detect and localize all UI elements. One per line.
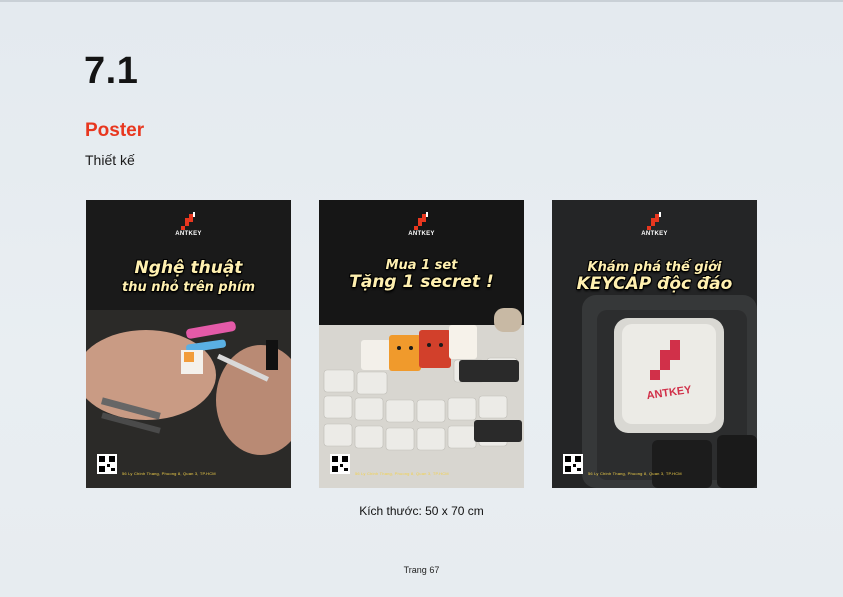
- section-number: 7.1: [84, 50, 139, 92]
- section-title: Poster: [85, 120, 145, 141]
- brand-name: ANTKEY: [175, 231, 202, 237]
- headline-line-2: KEYCAP độc đáo: [576, 274, 733, 294]
- poster-1-photo: [86, 200, 291, 488]
- section-subtitle: Thiết kế: [85, 152, 135, 168]
- top-border: [0, 0, 843, 2]
- poster-size-caption: Kích thước: 50 x 70 cm: [359, 504, 484, 518]
- poster-3: ANTKEY ANTKEY Khám phá thế giới KEYCAP đ…: [552, 200, 757, 488]
- headline-line-2: thu nhỏ trên phím: [121, 280, 255, 295]
- poster-2-photo: [319, 200, 524, 488]
- qr-code: [330, 454, 350, 474]
- brand-name: ANTKEY: [408, 231, 435, 237]
- headline-line-1: Khám phá thế giới: [587, 260, 722, 275]
- poster-1: ANTKEY Nghệ thuật thu nhỏ trên phím 56 L…: [86, 200, 291, 488]
- store-address: 56 Ly Chinh Thang, Phuong 8, Quan 3, TP.…: [355, 471, 449, 476]
- brand-name: ANTKEY: [641, 231, 668, 237]
- headline-line-1: Nghệ thuật: [134, 258, 243, 278]
- store-address: 56 Ly Chinh Thang, Phuong 8, Quan 3, TP.…: [588, 471, 682, 476]
- qr-code: [563, 454, 583, 474]
- headline-line-1: Mua 1 set: [385, 258, 458, 273]
- qr-code: [97, 454, 117, 474]
- antkey-logo: ANTKEY: [319, 212, 524, 237]
- poster-2: ANTKEY Mua 1 set Tặng 1 secret ! 56 Ly C…: [319, 200, 524, 488]
- antkey-logo: ANTKEY: [86, 212, 291, 237]
- poster-3-photo: ANTKEY: [552, 200, 757, 488]
- store-address: 56 Ly Chinh Thang, Phuong 8, Quan 3, TP.…: [122, 471, 216, 476]
- page-number: Trang 67: [403, 565, 440, 575]
- headline-line-2: Tặng 1 secret !: [349, 272, 494, 292]
- antkey-logo: ANTKEY: [552, 212, 757, 237]
